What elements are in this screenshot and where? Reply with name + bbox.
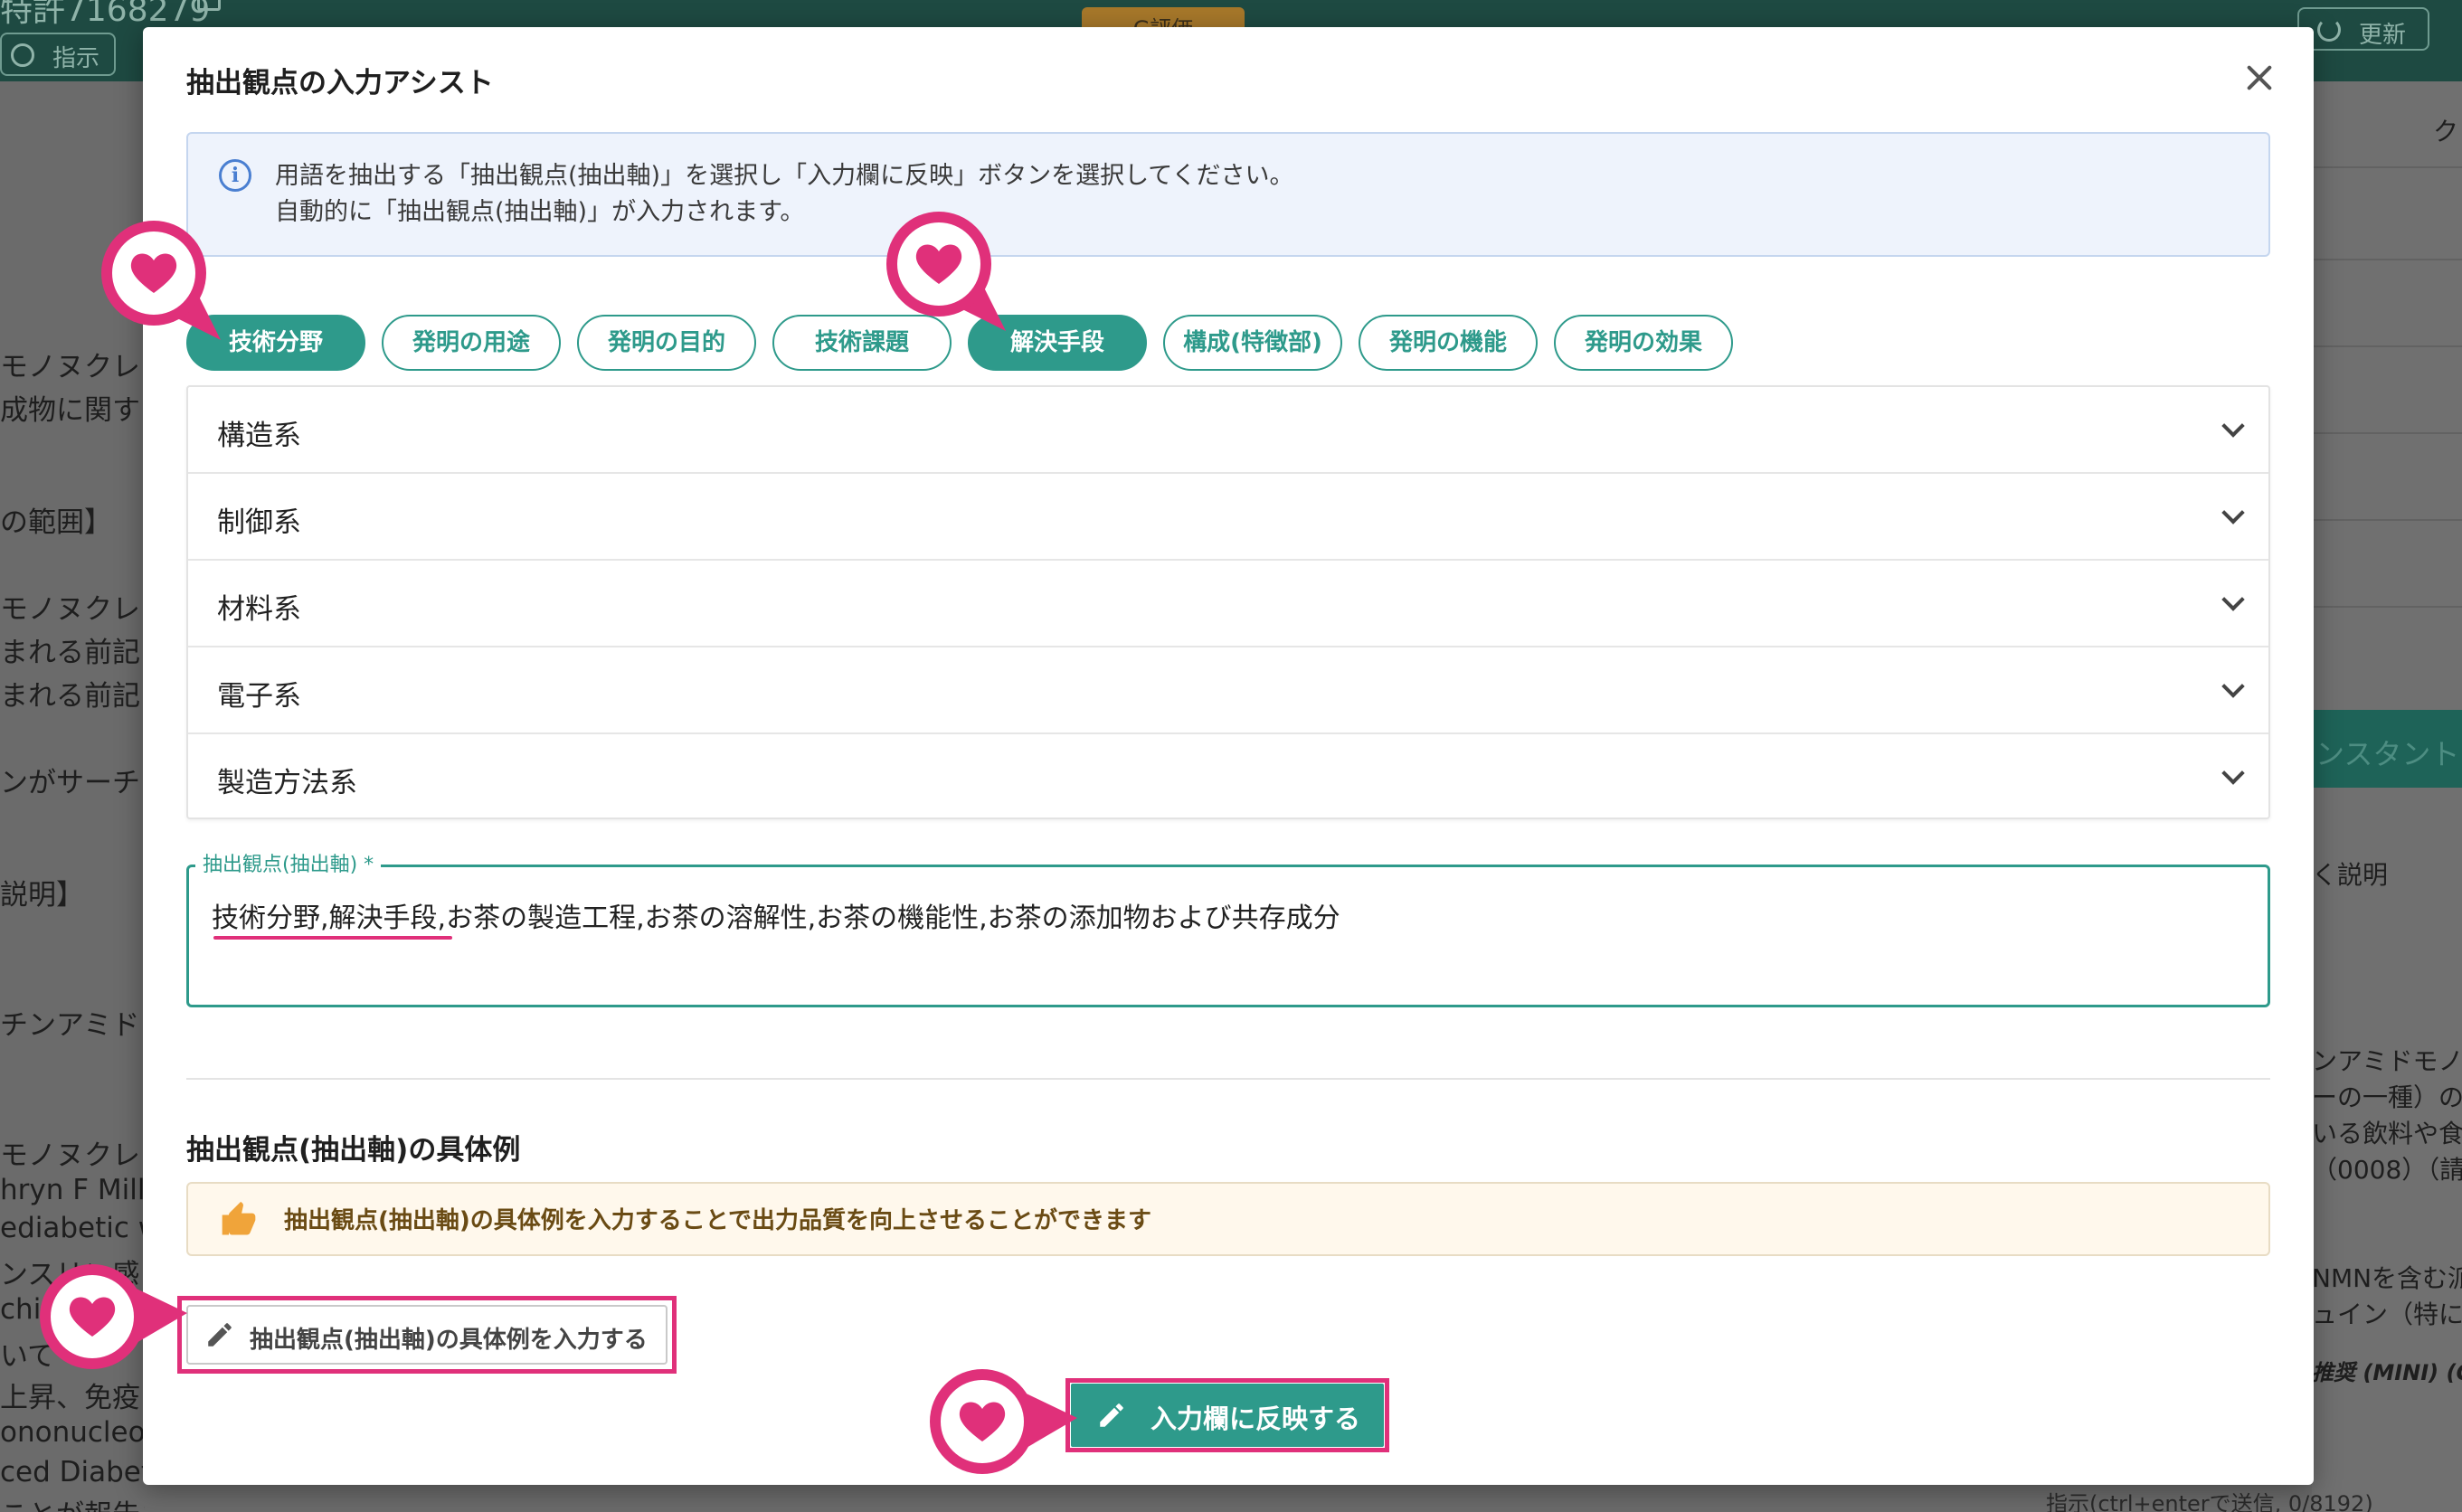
refresh-icon xyxy=(2317,18,2341,42)
panel-text: ンアミドモノ xyxy=(2312,1046,2462,1076)
thumbs-up-icon xyxy=(222,1201,256,1235)
divider xyxy=(2312,166,2462,168)
category-accordion: 構造系 制御系 材料系 電子系 製造方法系 xyxy=(186,385,2270,819)
tip-box: 抽出観点(抽出軸)の具体例を入力することで出力品質を向上させることができます xyxy=(186,1182,2270,1256)
chip-configuration[interactable]: 構成(特徴部) xyxy=(1163,315,1342,371)
field-label: 抽出観点(抽出軸) * xyxy=(195,848,382,877)
panel-text: ク xyxy=(2433,117,2459,146)
heart-marker-icon xyxy=(886,212,1006,331)
doc-line: 説明】 xyxy=(0,879,84,912)
chip-invention-function[interactable]: 発明の機能 xyxy=(1359,315,1538,371)
modal-title: 抽出観点の入力アシスト xyxy=(186,67,494,99)
divider xyxy=(2312,259,2462,260)
divider xyxy=(2312,345,2462,347)
accordion-manufacturing[interactable]: 製造方法系 xyxy=(188,734,2268,821)
divider xyxy=(2312,519,2462,521)
doc-line: チンアミド xyxy=(0,1009,140,1042)
tip-text: 抽出観点(抽出軸)の具体例を入力することで出力品質を向上させることができます xyxy=(284,1207,1151,1234)
doc-line: ononucleot xyxy=(0,1416,145,1449)
chevron-down-icon xyxy=(2221,761,2245,785)
accordion-electronic[interactable]: 電子系 xyxy=(188,647,2268,734)
chevron-down-icon xyxy=(2221,414,2245,438)
info-text: 自動的に「抽出観点(抽出軸)」が入力されます。 xyxy=(275,198,805,226)
refresh-label: 更新 xyxy=(2359,22,2407,49)
panel-text: いる飲料や食 xyxy=(2312,1119,2462,1148)
doc-line: の範囲】 xyxy=(0,506,112,539)
examples-section-title: 抽出観点(抽出軸)の具体例 xyxy=(186,1134,521,1167)
doc-line: ediabetic w xyxy=(0,1212,145,1244)
doc-line: モノヌクレ xyxy=(0,593,140,626)
accordion-label: 電子系 xyxy=(217,680,301,713)
doc-line: ンがサーチ xyxy=(0,767,140,799)
info-icon: i xyxy=(219,159,251,192)
input-hint: 指示(ctrl+enterで送信, 0/8192) xyxy=(2046,1491,2373,1512)
doc-line: hryn F Mills xyxy=(0,1174,145,1206)
field-value[interactable]: 技術分野,解決手段,お茶の製造工程,お茶の溶解性,お茶の機能性,お茶の添加物およ… xyxy=(212,895,1340,935)
doc-line: まれる前記 xyxy=(0,637,140,669)
accordion-control[interactable]: 制御系 xyxy=(188,474,2268,561)
chevron-down-icon xyxy=(2221,588,2245,611)
accordion-label: 材料系 xyxy=(217,593,301,626)
accordion-label: 制御系 xyxy=(217,506,301,539)
info-text: 用語を抽出する「抽出観点(抽出軸)」を選択し「入力欄に反映」ボタンを選択してくだ… xyxy=(275,162,1294,190)
accordion-label: 構造系 xyxy=(217,420,301,452)
chip-invention-purpose[interactable]: 発明の目的 xyxy=(577,315,756,371)
extraction-axis-field[interactable] xyxy=(186,865,2270,1007)
accordion-label: 製造方法系 xyxy=(217,767,357,799)
section-divider xyxy=(186,1078,2270,1080)
edit-icon[interactable] xyxy=(197,0,221,11)
highlight-frame xyxy=(1065,1378,1389,1452)
info-box: i 用語を抽出する「抽出観点(抽出軸)」を選択し「入力欄に反映」ボタンを選択して… xyxy=(186,132,2270,257)
model-selector[interactable]: 推奨 (MINI) (G xyxy=(2312,1355,2462,1386)
assistant-tab[interactable]: ンスタントに xyxy=(2312,710,2462,788)
chip-invention-use[interactable]: 発明の用途 xyxy=(382,315,561,371)
panel-text: ュイン（特に xyxy=(2312,1299,2462,1329)
heart-marker-icon xyxy=(930,1369,1077,1474)
divider xyxy=(2312,606,2462,608)
accordion-material[interactable]: 材料系 xyxy=(188,561,2268,647)
heart-marker-icon xyxy=(40,1264,187,1369)
doc-line: モノヌクレ xyxy=(0,351,140,383)
accordion-structure[interactable]: 構造系 xyxy=(188,387,2268,474)
panel-text: （0008）（請 xyxy=(2312,1155,2462,1185)
refresh-button[interactable]: 更新 xyxy=(2297,7,2429,51)
doc-line: モノヌクレ xyxy=(0,1139,140,1172)
panel-text: く説明 xyxy=(2312,860,2389,890)
heart-marker-icon xyxy=(101,221,221,340)
chip-invention-effect[interactable]: 発明の効果 xyxy=(1554,315,1733,371)
chevron-down-icon xyxy=(2221,501,2245,524)
panel-text: ーの一種）の xyxy=(2312,1082,2462,1112)
panel-text: NMNを含む派 xyxy=(2312,1263,2462,1293)
close-icon[interactable] xyxy=(2241,60,2277,96)
doc-line: ことが報告されている xyxy=(0,1492,145,1512)
doc-line: まれる前記 xyxy=(0,680,140,713)
highlight-underline xyxy=(213,936,452,940)
highlight-frame xyxy=(177,1296,677,1374)
chevron-down-icon xyxy=(2221,675,2245,698)
divider xyxy=(2312,432,2462,434)
input-assist-modal: 抽出観点の入力アシスト i 用語を抽出する「抽出観点(抽出軸)」を選択し「入力欄… xyxy=(143,27,2314,1485)
doc-line: ced Diabete xyxy=(0,1456,145,1488)
doc-line: 成物に関す xyxy=(0,394,140,427)
